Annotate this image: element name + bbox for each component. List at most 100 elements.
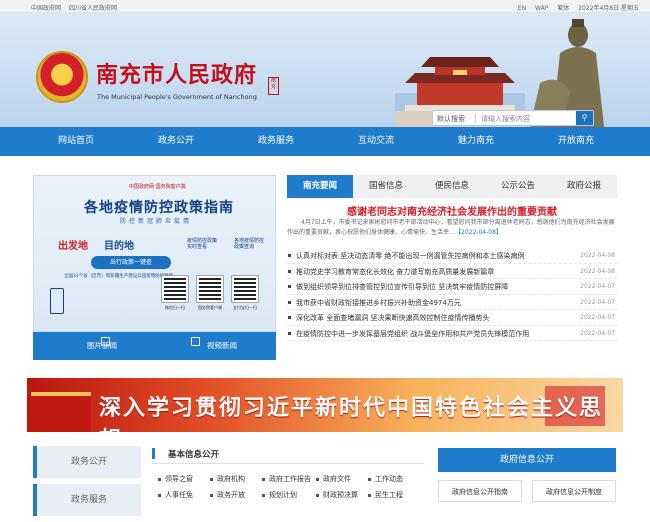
current-date: 2022年4月8日 星期五 — [578, 5, 639, 12]
bullet-icon — [262, 493, 265, 497]
news-date: 2022-04-08 — [580, 252, 615, 259]
basic-info-label: 政府工作报告 — [269, 475, 311, 483]
basic-info-item[interactable]: 领导之窗 — [158, 474, 193, 484]
basic-info-title: 基本信息公开 — [168, 450, 220, 460]
bullet-icon — [288, 254, 291, 257]
news-title[interactable]: 推动党史学习教育常态化长效化 奋力谱写南充高质量发展新篇章 — [296, 267, 494, 277]
list-item[interactable]: 认真对标对表 坚决动态清零 绝不能出现一例漏管失控病例和本土感染病例 2022-0… — [287, 248, 617, 264]
link-sichuan-gov[interactable]: 四川省人民政府网 — [69, 5, 117, 12]
basic-info-item[interactable]: 政府文件 — [316, 474, 351, 484]
national-emblem-icon: ★ — [36, 51, 88, 103]
nav-open-nanchong[interactable]: 开放南充 — [536, 127, 616, 156]
basic-info-item[interactable]: 财政预决算 — [316, 490, 358, 500]
news-date: 2022-04-07 — [580, 298, 615, 306]
nav-home[interactable]: 网站首页 — [36, 127, 116, 156]
basic-info-label: 财政预决算 — [323, 491, 358, 499]
video-news-link[interactable]: 视频新闻 — [207, 340, 237, 351]
search-button[interactable]: ⚲ — [576, 111, 593, 125]
basic-info-header: 基本信息公开 — [152, 444, 424, 464]
left-menu: 政务公开 政务服务 — [33, 446, 141, 522]
nav-gov-affairs[interactable]: 政务公开 — [136, 127, 216, 156]
headline-summary: 4月7日上午，市委书记来家彬慰问市老干部活动中心，看望慰问我市部分离退休老同志，… — [287, 218, 617, 238]
slide-brand: 中国政府网 国务院客户端 — [129, 184, 186, 190]
link-english[interactable]: EN — [518, 5, 526, 12]
media-bar: 图片新闻 视频新闻 — [33, 332, 276, 360]
basic-info-item[interactable]: 民生工程 — [368, 490, 403, 500]
nav-interaction[interactable]: 互动交流 — [336, 127, 416, 156]
left-menu-gov-services[interactable]: 政务服务 — [33, 484, 141, 516]
search-divider — [475, 114, 476, 123]
bullet-icon — [368, 477, 371, 481]
gov-info-title[interactable]: 政府信息公开 — [438, 448, 616, 472]
bullet-icon — [288, 331, 291, 335]
nav-charm-nanchong[interactable]: 魅力南充 — [436, 127, 516, 156]
qr-code-alipay — [231, 275, 259, 303]
list-item[interactable]: 在疫情防控中进一步发挥基层党组织 战斗堡垒作用和共产党员先锋模范作用 2022-0… — [287, 326, 617, 341]
summary-date-link[interactable]: 【2022-04-08】 — [455, 229, 502, 236]
news-date: 2022-04-07 — [580, 329, 615, 337]
tab-national-provincial[interactable]: 国省信息 — [353, 175, 419, 198]
site-title: 南充市人民政府 — [96, 62, 258, 88]
news-title[interactable]: 在疫情防控中进一步发挥基层党组织 战斗堡垒作用和共产党员先锋模范作用 — [296, 329, 529, 339]
news-title[interactable]: 深化改革 全面查堵漏洞 坚决果断快速高效控制住疫情传播势头 — [296, 313, 489, 323]
nav-gov-services[interactable]: 政务服务 — [236, 127, 316, 156]
link-traditional[interactable]: 繁体 — [557, 5, 569, 12]
qr-code-app — [196, 275, 224, 303]
link-gov-cn[interactable]: 中国政府网 — [31, 5, 61, 12]
banner-text: 深入学习贯彻习近平新时代中国特色社会主义思想 — [99, 395, 604, 432]
section-bar — [152, 448, 155, 459]
link-wap[interactable]: WAP — [535, 5, 548, 12]
news-date: 2022-04-08 — [580, 267, 615, 275]
news-list: 认真对标对表 坚决动态清零 绝不能出现一例漏管失控病例和本土感染病例 2022-0… — [287, 248, 617, 341]
site-header: ★ 南充市人民政府 南充 The Municipal People's Gove… — [0, 13, 650, 127]
basic-info-item[interactable]: 政府工作报告 — [262, 474, 311, 484]
tiananmen-image — [31, 392, 91, 432]
bullet-icon — [288, 300, 291, 304]
list-item[interactable]: 做到组织领导到位排查管控到位宣传引导到位 坚决筑牢疫情防控屏障 2022-04-0… — [287, 279, 617, 295]
qr-label-wechat: 微信扫一扫 — [165, 305, 185, 310]
list-item[interactable]: 深化改革 全面查堵漏洞 坚决果断快速高效控制住疫情传播势头 2022-04-07 — [287, 310, 617, 326]
news-title[interactable]: 认真对标对表 坚决动态清零 绝不能出现一例漏管失控病例和本土感染病例 — [296, 251, 524, 261]
news-title[interactable]: 我市获中省财政衔接推进乡村振兴补助资金4974万元 — [296, 298, 461, 308]
tab-gov-gazette[interactable]: 政府公报 — [551, 175, 617, 198]
qr-label-alipay: 支付宝扫一扫 — [233, 305, 257, 310]
tab-nanchong-news[interactable]: 南充要闻 — [287, 175, 353, 198]
news-date: 2022-04-07 — [580, 283, 615, 290]
picture-news-link[interactable]: 图片新闻 — [87, 340, 117, 351]
main-nav: 网站首页 政务公开 政务服务 互动交流 魅力南充 开放南充 — [0, 127, 650, 156]
basic-info-item[interactable]: 政府机构 — [210, 474, 245, 484]
summary-text: 4月7日上午，市委书记来家彬慰问市老干部活动中心，看望慰问我市部分离退休老同志，… — [287, 219, 615, 236]
slide-hotline: 全国31个省（区市）和新疆生产建设兵团疫情防控政策 — [64, 274, 174, 279]
bullet-icon — [158, 493, 161, 497]
gov-info-system-button[interactable]: 政府信息公开制度 — [532, 480, 616, 502]
tab-convenience-info[interactable]: 便民信息 — [419, 175, 485, 198]
search-icon: ⚲ — [581, 113, 588, 122]
basic-info-item[interactable]: 规划计划 — [262, 490, 297, 500]
basic-info-label: 政府机构 — [217, 475, 245, 483]
list-item[interactable]: 我市获中省财政衔接推进乡村振兴补助资金4974万元 2022-04-07 — [287, 295, 617, 310]
tab-announcements[interactable]: 公示公告 — [485, 175, 551, 198]
gov-info-guide-button[interactable]: 政府信息公开指南 — [438, 480, 522, 502]
news-title[interactable]: 做到组织领导到位排查管控到位宣传引导到位 坚决筑牢疫情防控屏障 — [296, 282, 508, 292]
slide-side-4: 政策查询 — [234, 244, 255, 250]
basic-info-item[interactable]: 工作动态 — [368, 474, 403, 484]
slide-from: 出发地 — [58, 241, 88, 252]
phone-icon — [50, 288, 64, 314]
search-input[interactable]: 请输入搜索内容 — [481, 114, 530, 124]
basic-info-item[interactable]: 人事任免 — [158, 490, 193, 500]
site-subtitle: The Municipal People's Government of Nan… — [97, 93, 257, 101]
bullet-icon — [262, 477, 265, 481]
search-scope-select[interactable]: 默认搜索 — [437, 114, 465, 124]
bullet-icon — [158, 477, 161, 481]
list-item[interactable]: 推动党史学习教育常态化长效化 奋力谱写南充高质量发展新篇章 2022-04-08 — [287, 264, 617, 279]
search-bar: 默认搜索 请输入搜索内容 ⚲ — [432, 110, 594, 126]
headline-news[interactable]: 感谢老同志对南充经济社会发展作出的重要贡献 — [287, 203, 617, 218]
slide-title: 各地疫情防控政策指南 — [84, 200, 234, 216]
theme-banner[interactable]: 深入学习贯彻习近平新时代中国特色社会主义思想 — [27, 378, 623, 432]
bullet-icon — [288, 285, 291, 288]
left-menu-gov-affairs[interactable]: 政务公开 — [33, 446, 141, 478]
video-news-icon — [191, 337, 200, 346]
featured-slide[interactable]: 中国政府网 国务院客户端 各地疫情防控政策指南 防控新冠肺炎疫情 出发地 目的地… — [33, 175, 276, 332]
basic-info-item[interactable]: 政务开放 — [210, 490, 245, 500]
slide-side-2: 实时查看 — [187, 244, 208, 250]
